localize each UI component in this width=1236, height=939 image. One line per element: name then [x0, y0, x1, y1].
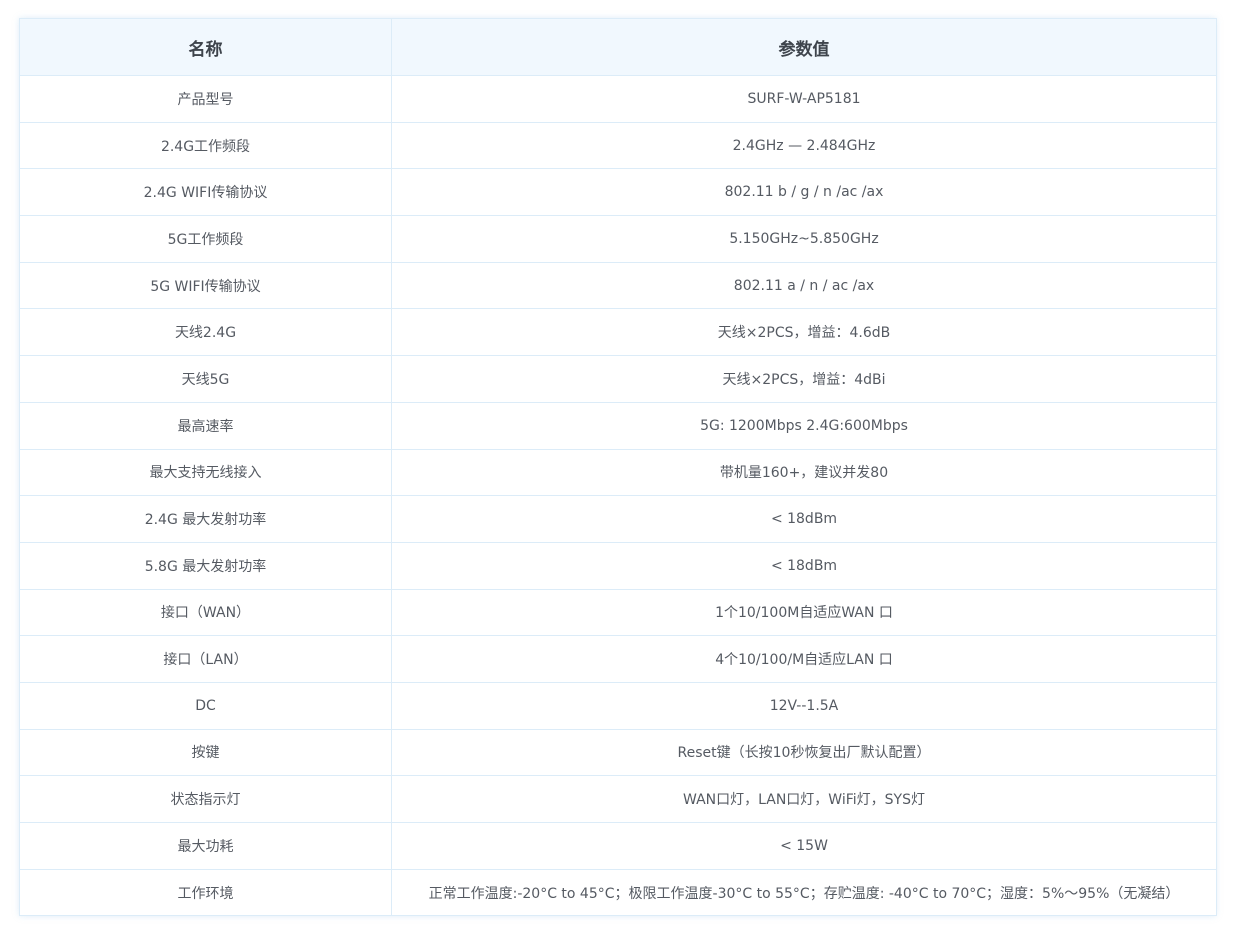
table-row: 5.8G 最大发射功率 < 18dBm [19, 541, 1217, 590]
table-row: DC 12V--1.5A [19, 681, 1217, 730]
param-name-cell: 接口（LAN） [19, 635, 392, 683]
param-name-cell: 接口（WAN） [19, 588, 392, 637]
param-name-cell: 最大功耗 [19, 822, 392, 870]
spec-table: 名称 参数值 产品型号 SURF-W-AP5181 2.4G工作频段 2.4GHz —… [19, 18, 1217, 917]
param-value-cell: < 18dBm [391, 495, 1217, 543]
spec-table-header: 名称 参数值 [19, 18, 1217, 76]
param-value-cell: SURF-W-AP5181 [391, 75, 1217, 123]
param-name-cell: 5G WIFI传输协议 [19, 261, 392, 310]
param-value-cell: < 15W [391, 822, 1217, 870]
table-row: 产品型号 SURF-W-AP5181 [19, 75, 1217, 123]
param-value-cell: 带机量160+，建议并发80 [391, 448, 1217, 497]
param-value-cell: < 18dBm [391, 541, 1217, 590]
param-value-cell: 802.11 b / g / n /ac /ax [391, 168, 1217, 217]
param-value-cell: 正常工作温度:-20°C to 45°C；极限工作温度-30°C to 55°C… [391, 868, 1217, 917]
table-row: 接口（LAN） 4个10/100/M自适应LAN 口 [19, 635, 1217, 683]
param-name-cell: 产品型号 [19, 75, 392, 123]
spec-table-container: 名称 参数值 产品型号 SURF-W-AP5181 2.4G工作频段 2.4GHz —… [19, 18, 1217, 917]
param-name-cell: 工作环境 [19, 868, 392, 917]
table-row: 5G工作频段 5.150GHz~5.850GHz [19, 215, 1217, 263]
table-row: 最大支持无线接入 带机量160+，建议并发80 [19, 448, 1217, 497]
param-name-cell: 状态指示灯 [19, 775, 392, 823]
param-name-cell: DC [19, 681, 392, 730]
spec-table-body: 产品型号 SURF-W-AP5181 2.4G工作频段 2.4GHz — 2.484G… [19, 75, 1217, 917]
param-value-cell: Reset键（长按10秒恢复出厂默认配置） [391, 728, 1217, 777]
table-row: 接口（WAN） 1个10/100M自适应WAN 口 [19, 588, 1217, 637]
param-name-cell: 2.4G 最大发射功率 [19, 495, 392, 543]
table-row: 按键 Reset键（长按10秒恢复出厂默认配置） [19, 728, 1217, 777]
param-name-cell: 最高速率 [19, 401, 392, 450]
param-name-cell: 2.4G工作频段 [19, 121, 392, 170]
table-row: 5G WIFI传输协议 802.11 a / n / ac /ax [19, 261, 1217, 310]
param-value-cell: WAN口灯，LAN口灯，WiFi灯，SYS灯 [391, 775, 1217, 823]
param-value-cell: 1个10/100M自适应WAN 口 [391, 588, 1217, 637]
table-row: 2.4G WIFI传输协议 802.11 b / g / n /ac /ax [19, 168, 1217, 217]
table-row: 天线5G 天线×2PCS，增益：4dBi [19, 355, 1217, 403]
table-row: 2.4G工作频段 2.4GHz — 2.484GHz [19, 121, 1217, 170]
column-header-value: 参数值 [391, 18, 1217, 76]
table-row: 天线2.4G 天线×2PCS，增益：4.6dB [19, 308, 1217, 357]
param-name-cell: 5G工作频段 [19, 215, 392, 263]
param-name-cell: 天线2.4G [19, 308, 392, 357]
param-name-cell: 最大支持无线接入 [19, 448, 392, 497]
header-row: 名称 参数值 [19, 18, 1217, 76]
param-value-cell: 4个10/100/M自适应LAN 口 [391, 635, 1217, 683]
param-name-cell: 天线5G [19, 355, 392, 403]
table-row: 2.4G 最大发射功率 < 18dBm [19, 495, 1217, 543]
table-row: 最大功耗 < 15W [19, 822, 1217, 870]
param-value-cell: 5G: 1200Mbps 2.4G:600Mbps [391, 401, 1217, 450]
column-header-name: 名称 [19, 18, 392, 76]
param-value-cell: 12V--1.5A [391, 681, 1217, 730]
param-value-cell: 天线×2PCS，增益：4dBi [391, 355, 1217, 403]
param-value-cell: 天线×2PCS，增益：4.6dB [391, 308, 1217, 357]
table-row: 状态指示灯 WAN口灯，LAN口灯，WiFi灯，SYS灯 [19, 775, 1217, 823]
param-name-cell: 2.4G WIFI传输协议 [19, 168, 392, 217]
table-row: 最高速率 5G: 1200Mbps 2.4G:600Mbps [19, 401, 1217, 450]
param-value-cell: 802.11 a / n / ac /ax [391, 261, 1217, 310]
param-value-cell: 2.4GHz — 2.484GHz [391, 121, 1217, 170]
param-value-cell: 5.150GHz~5.850GHz [391, 215, 1217, 263]
table-row: 工作环境 正常工作温度:-20°C to 45°C；极限工作温度-30°C to … [19, 868, 1217, 917]
param-name-cell: 按键 [19, 728, 392, 777]
param-name-cell: 5.8G 最大发射功率 [19, 541, 392, 590]
